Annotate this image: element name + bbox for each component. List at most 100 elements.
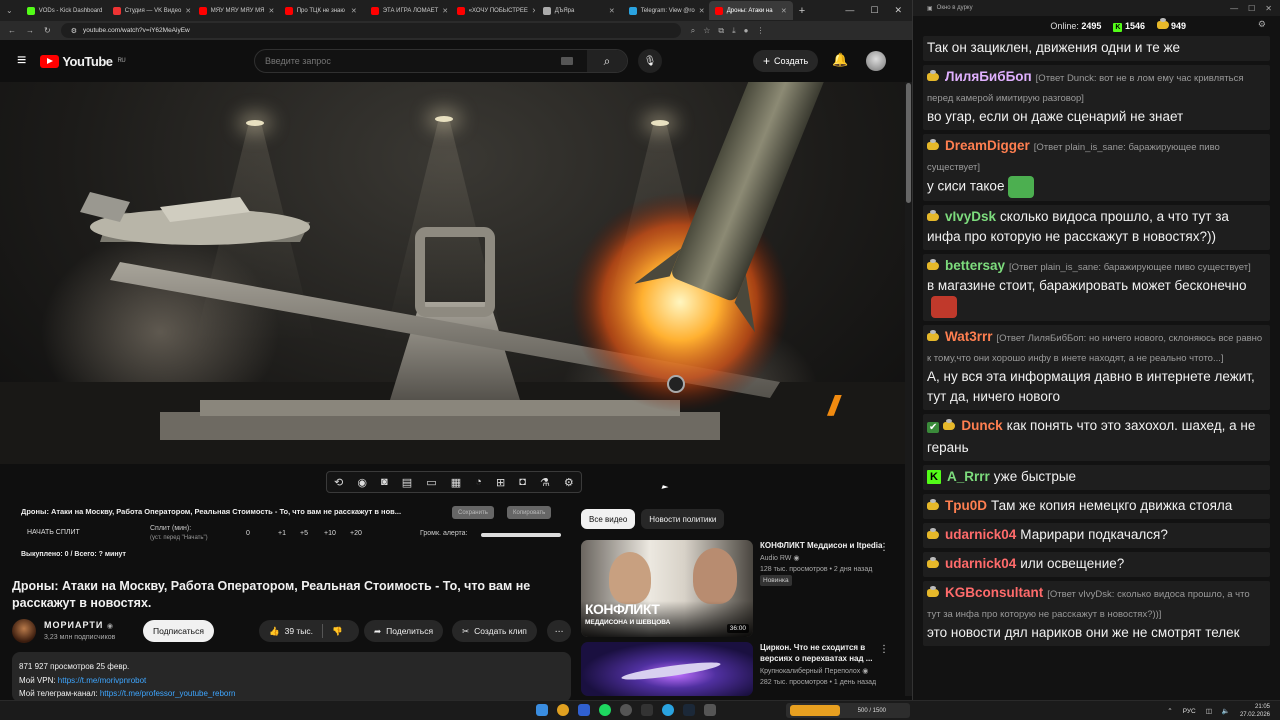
subscribe-button[interactable]: Подписаться <box>143 620 214 642</box>
new-tab-button[interactable]: + <box>793 5 811 17</box>
recommendation-item[interactable]: КОНФЛИКТ МЕДДИСОНА И ШЕВЦОВА 36:00 КОНФЛ… <box>581 540 901 637</box>
close-window-button[interactable]: ✕ <box>1265 4 1272 13</box>
split-add-20-button[interactable]: +20 <box>350 530 362 537</box>
app-icon[interactable] <box>578 704 590 716</box>
stream-widget[interactable]: 500 / 1500 <box>786 703 910 718</box>
audio-icon[interactable]: ◉ <box>357 476 367 489</box>
close-tab-icon[interactable]: ✕ <box>781 7 787 15</box>
voice-search-button[interactable]: 🎙 <box>638 49 662 73</box>
split-add-1-button[interactable]: +1 <box>278 530 300 537</box>
maximize-button[interactable]: ☐ <box>870 5 878 16</box>
browser-tab[interactable]: Студия — VK Видео ✕ <box>107 1 191 20</box>
minimize-button[interactable]: — <box>1230 4 1238 13</box>
close-tab-icon[interactable]: ✕ <box>609 7 615 15</box>
clock[interactable]: 21:05 27.02.2026 <box>1240 703 1270 719</box>
split-value[interactable]: 0 <box>246 530 278 537</box>
extensions-icon[interactable]: ⧉ <box>718 26 724 36</box>
profile-icon[interactable]: ● <box>744 26 749 36</box>
youtube-logo[interactable]: YouTube RU <box>40 54 126 69</box>
flask-icon[interactable]: ⚗ <box>540 476 550 489</box>
browser-tab[interactable]: ЭТА ИГРА ЛОМАЕТ ✕ <box>365 1 449 20</box>
search-button[interactable]: ⌕ <box>587 50 627 72</box>
app-icon[interactable] <box>641 704 653 716</box>
recommendation-title[interactable]: Циркон. Что не сходится в версиях о пере… <box>760 642 886 664</box>
recommendation-thumbnail[interactable] <box>581 642 753 696</box>
url-field[interactable]: ⚙ youtube.com/watch?v=iY62MeAiyEw <box>60 23 681 38</box>
start-split-button[interactable]: НАЧАТЬ СПЛИТ <box>27 529 80 536</box>
menu-icon[interactable]: ≡ <box>17 52 26 70</box>
tab-menu-icon[interactable]: ⌄ <box>0 6 19 15</box>
chat-username[interactable]: A_Rrrr <box>947 469 990 484</box>
close-tab-icon[interactable]: ✕ <box>532 7 535 15</box>
add-screen-icon[interactable]: ⊞ <box>496 476 505 489</box>
chat-username[interactable]: bettersay <box>945 258 1005 273</box>
loop-icon[interactable]: ⟲ <box>334 476 343 489</box>
steam-icon[interactable] <box>683 704 695 716</box>
create-button[interactable]: + Создать <box>753 50 819 72</box>
search-input[interactable] <box>255 56 555 66</box>
recommendation-channel[interactable]: Крупнокалиберный Переполох <box>760 668 860 675</box>
tray-up-icon[interactable]: ⌃ <box>1167 707 1172 715</box>
forward-icon[interactable]: → <box>26 26 34 35</box>
alert-volume-slider[interactable] <box>481 533 561 537</box>
notifications-bell-icon[interactable]: 🔔 <box>832 52 848 68</box>
channel-avatar[interactable] <box>12 619 36 643</box>
dislike-icon[interactable]: 👎 <box>332 626 343 637</box>
description-box[interactable]: 871 927 просмотров 25 февр. Мой VPN: htt… <box>12 652 571 702</box>
close-tab-icon[interactable]: ✕ <box>268 7 274 15</box>
chat-username[interactable]: DreamDigger <box>945 138 1030 153</box>
chat-username[interactable]: KGBconsultant <box>945 585 1043 600</box>
telegram-link[interactable]: https://t.me/professor_youtube_reborn <box>100 689 236 698</box>
app-icon[interactable] <box>704 704 716 716</box>
volume-icon[interactable]: 🔈 <box>1222 707 1230 715</box>
chat-username[interactable]: Tpu0D <box>945 498 987 513</box>
picture-in-picture-icon[interactable]: ▭ <box>426 476 436 489</box>
chat-username[interactable]: udarnick04 <box>945 556 1016 571</box>
chip-politics-news[interactable]: Новости политики <box>641 509 725 529</box>
share-button[interactable]: ➦ Поделиться <box>364 620 444 642</box>
chat-username[interactable]: udarnick04 <box>945 527 1016 542</box>
vpn-link[interactable]: https://t.me/morivpnrobot <box>58 676 146 685</box>
account-avatar[interactable] <box>866 51 886 71</box>
recommendation-title[interactable]: КОНФЛИКТ Меддисон и Itpedia <box>760 540 886 551</box>
browser-tab[interactable]: Про ТЦК не знаю ✕ <box>279 1 363 20</box>
browser-tab[interactable]: VODs - Kick Dashboard✕ <box>21 1 105 20</box>
browser-tab[interactable]: Telegram: View @ro ✕ <box>623 1 707 20</box>
maximize-button[interactable]: ☐ <box>1248 4 1255 13</box>
telegram-icon[interactable] <box>662 704 674 716</box>
split-add-10-button[interactable]: +10 <box>324 530 350 537</box>
speed-icon[interactable]: ◔ <box>475 476 482 488</box>
browser-tab[interactable]: ДЪЯра ✕ <box>537 1 621 20</box>
chat-username[interactable]: Dunck <box>961 418 1002 433</box>
settings-icon[interactable]: ⚙ <box>564 476 574 489</box>
lang-indicator[interactable]: РУС <box>1183 708 1196 715</box>
download-icon[interactable]: ⤓ <box>732 26 736 36</box>
recommendation-item[interactable]: Циркон. Что не сходится в версиях о пере… <box>581 642 901 696</box>
scrollbar-thumb[interactable] <box>906 83 911 203</box>
spotify-icon[interactable] <box>599 704 611 716</box>
chat-settings-icon[interactable]: ⚙ <box>1258 19 1266 30</box>
close-window-button[interactable]: ✕ <box>894 5 902 16</box>
browser-tab[interactable]: Дроны: Атаки на ✕ <box>708 1 793 20</box>
site-info-icon[interactable]: ⚙ <box>71 27 77 35</box>
network-icon[interactable]: ◫ <box>1206 707 1212 715</box>
film-icon[interactable]: ▤ <box>402 476 412 489</box>
split-add-5-button[interactable]: +5 <box>300 530 324 537</box>
obs-icon[interactable] <box>620 704 632 716</box>
close-tab-icon[interactable]: ✕ <box>442 7 448 15</box>
browser-tab[interactable]: MЯУ MЯУ MЯУ МЯ ✕ <box>193 1 277 20</box>
more-actions-button[interactable]: ⋯ <box>547 620 571 642</box>
close-tab-icon[interactable]: ✕ <box>351 7 357 15</box>
chrome-icon[interactable] <box>557 704 569 716</box>
keyboard-icon[interactable] <box>561 57 573 65</box>
page-scrollbar[interactable] <box>905 82 912 696</box>
back-icon[interactable]: ← <box>8 26 16 35</box>
chat-username[interactable]: ЛиляБибБоп <box>945 69 1032 84</box>
chat-username[interactable]: vIvyDsk <box>945 209 996 224</box>
more-options-icon[interactable]: ⋮ <box>879 644 889 655</box>
chip-all-videos[interactable]: Все видео <box>581 509 636 529</box>
clip-button[interactable]: ✂ Создать клип <box>452 620 537 642</box>
close-tab-icon[interactable]: ✕ <box>185 7 190 15</box>
cinema-icon[interactable]: ▦ <box>451 476 461 489</box>
copy-pill-button[interactable]: Копировать <box>507 506 552 519</box>
